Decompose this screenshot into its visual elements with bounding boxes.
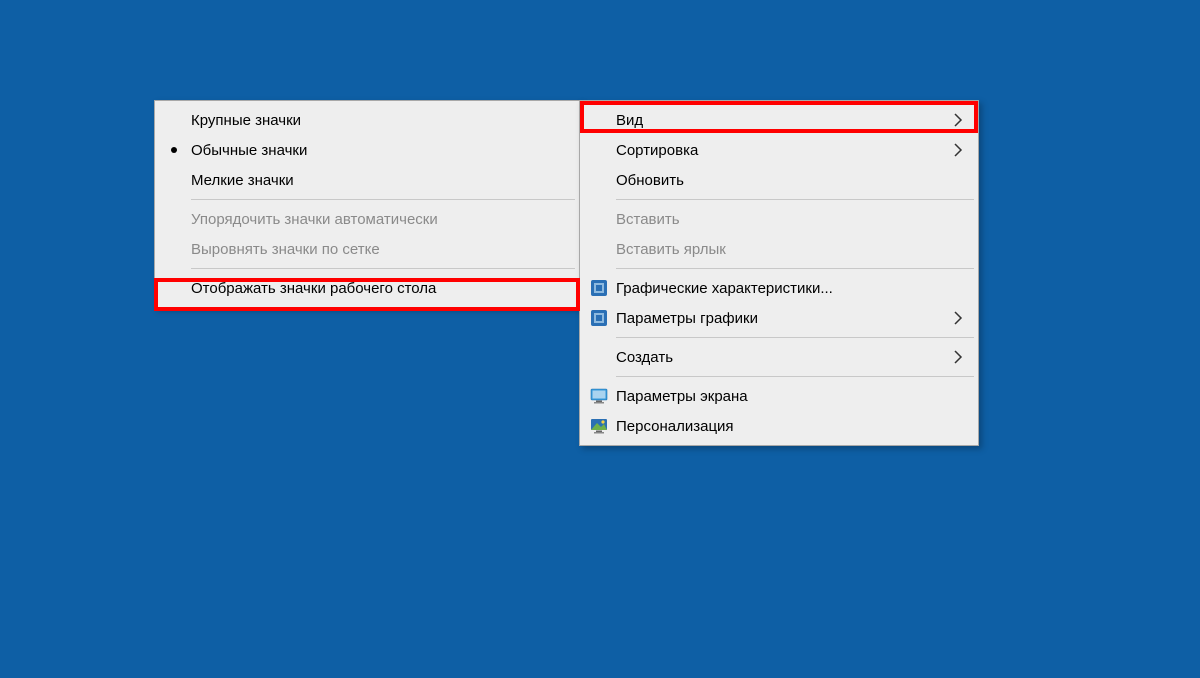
submenu-item-label: Выровнять значки по сетке xyxy=(191,241,569,258)
menu-item-label: Графические характеристики... xyxy=(616,280,968,297)
menu-item-refresh[interactable]: Обновить xyxy=(582,165,976,195)
blank-icon xyxy=(582,165,616,195)
chevron-right-icon xyxy=(948,308,968,328)
menu-item-personalize[interactable]: Персонализация xyxy=(582,411,976,441)
menu-item-sort[interactable]: Сортировка xyxy=(582,135,976,165)
menu-separator xyxy=(616,337,974,338)
submenu-item-label: Обычные значки xyxy=(191,142,569,159)
submenu-item-align-grid[interactable]: Выровнять значки по сетке xyxy=(157,234,577,264)
submenu-item-show-desktop-icons[interactable]: Отображать значки рабочего стола xyxy=(157,273,577,303)
view-submenu: Крупные значки Обычные значки Мелкие зна… xyxy=(154,100,580,308)
chevron-right-icon xyxy=(948,110,968,130)
menu-item-paste[interactable]: Вставить xyxy=(582,204,976,234)
menu-item-label: Создать xyxy=(616,349,948,366)
menu-item-graphics-properties[interactable]: Графические характеристики... xyxy=(582,273,976,303)
menu-item-label: Параметры графики xyxy=(616,310,948,327)
radio-empty-icon xyxy=(157,105,191,135)
menu-separator xyxy=(191,268,575,269)
submenu-item-small-icons[interactable]: Мелкие значки xyxy=(157,165,577,195)
chevron-right-icon xyxy=(948,347,968,367)
check-empty-icon xyxy=(157,234,191,264)
blank-icon xyxy=(582,204,616,234)
menu-item-view[interactable]: Вид xyxy=(582,105,976,135)
menu-separator xyxy=(191,199,575,200)
monitor-icon xyxy=(582,381,616,411)
menu-item-paste-shortcut[interactable]: Вставить ярлык xyxy=(582,234,976,264)
menu-item-new[interactable]: Создать xyxy=(582,342,976,372)
menu-separator xyxy=(616,376,974,377)
intel-graphics-icon xyxy=(582,273,616,303)
menu-item-label: Параметры экрана xyxy=(616,388,968,405)
menu-item-label: Вставить ярлык xyxy=(616,241,968,258)
menu-item-display-settings[interactable]: Параметры экрана xyxy=(582,381,976,411)
blank-icon xyxy=(582,234,616,264)
blank-icon xyxy=(582,342,616,372)
intel-graphics-icon xyxy=(582,303,616,333)
blank-icon xyxy=(582,105,616,135)
submenu-item-label: Упорядочить значки автоматически xyxy=(191,211,569,228)
menu-item-label: Обновить xyxy=(616,172,968,189)
menu-item-label: Вид xyxy=(616,112,948,129)
desktop-context-menu: Вид Сортировка Обновить Вставить Вставит… xyxy=(579,100,979,446)
submenu-item-label: Мелкие значки xyxy=(191,172,569,189)
personalize-icon xyxy=(582,411,616,441)
menu-item-label: Вставить xyxy=(616,211,968,228)
menu-item-label: Персонализация xyxy=(616,418,968,435)
menu-separator xyxy=(616,199,974,200)
submenu-item-label: Отображать значки рабочего стола xyxy=(191,280,569,297)
chevron-right-icon xyxy=(948,140,968,160)
submenu-item-medium-icons[interactable]: Обычные значки xyxy=(157,135,577,165)
submenu-item-large-icons[interactable]: Крупные значки xyxy=(157,105,577,135)
check-empty-icon xyxy=(157,273,191,303)
radio-selected-icon xyxy=(157,135,191,165)
radio-empty-icon xyxy=(157,165,191,195)
menu-item-graphics-options[interactable]: Параметры графики xyxy=(582,303,976,333)
menu-item-label: Сортировка xyxy=(616,142,948,159)
check-empty-icon xyxy=(157,204,191,234)
submenu-item-label: Крупные значки xyxy=(191,112,569,129)
menu-separator xyxy=(616,268,974,269)
blank-icon xyxy=(582,135,616,165)
submenu-item-auto-arrange[interactable]: Упорядочить значки автоматически xyxy=(157,204,577,234)
